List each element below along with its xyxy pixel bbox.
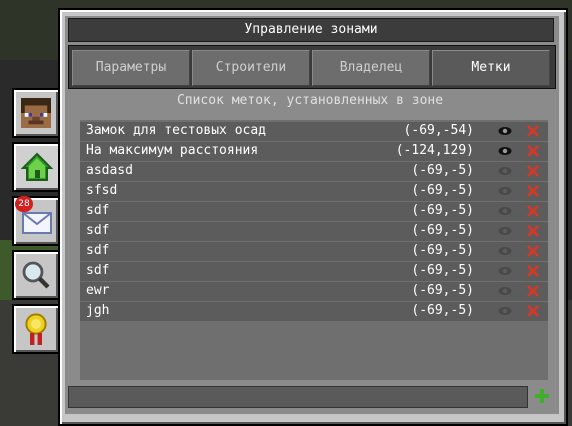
mark-coords: (-69,-5): [411, 243, 474, 258]
new-mark-input[interactable]: [68, 386, 528, 408]
visibility-toggle-icon[interactable]: [498, 166, 512, 176]
mark-name: Замок для тестовых осад: [86, 123, 267, 138]
mark-coords: (-69,-5): [411, 283, 474, 298]
mark-row[interactable]: На максимум расстояния (-124,129): [80, 142, 548, 161]
delete-mark-icon[interactable]: [526, 304, 540, 318]
delete-mark-icon[interactable]: [526, 124, 540, 138]
side-tab-awards[interactable]: [12, 304, 60, 354]
mark-row[interactable]: ewr (-69,-5): [80, 282, 548, 301]
window-title: Управление зонами: [68, 18, 554, 42]
mark-name: sdf: [86, 223, 110, 238]
tab-owner[interactable]: Владелец: [312, 50, 430, 86]
side-tab-search[interactable]: [12, 250, 60, 300]
mark-name: sfsd: [86, 183, 118, 198]
mark-coords: (-69,-5): [411, 183, 474, 198]
mark-row[interactable]: sdf (-69,-5): [80, 242, 548, 261]
mark-coords: (-69,-5): [411, 203, 474, 218]
side-tab-messages[interactable]: 28: [12, 196, 60, 246]
side-tab-profile[interactable]: [12, 88, 60, 138]
visibility-toggle-icon[interactable]: [498, 246, 512, 256]
mark-row[interactable]: sdf (-69,-5): [80, 222, 548, 241]
player-head-icon: [21, 98, 51, 128]
home-icon: [21, 152, 53, 181]
delete-mark-icon[interactable]: [526, 224, 540, 238]
delete-mark-icon[interactable]: [526, 204, 540, 218]
magnifier-icon: [22, 261, 50, 289]
delete-mark-icon[interactable]: [526, 284, 540, 298]
side-tab-zone[interactable]: [12, 142, 62, 192]
mark-name: ewr: [86, 283, 110, 298]
mark-name: sdf: [86, 203, 110, 218]
mark-coords: (-69,-5): [411, 163, 474, 178]
visibility-toggle-icon[interactable]: [498, 226, 512, 236]
mark-coords: (-69,-54): [403, 123, 474, 138]
mark-coords: (-69,-5): [411, 223, 474, 238]
mark-name: asdasd: [86, 163, 133, 178]
tab-marks[interactable]: Метки: [432, 50, 550, 86]
mark-name: sdf: [86, 243, 110, 258]
notification-badge: 28: [15, 196, 33, 212]
mark-name: sdf: [86, 263, 110, 278]
mark-name: На максимум расстояния: [86, 143, 259, 158]
mark-coords: (-124,129): [395, 143, 474, 158]
delete-mark-icon[interactable]: [526, 184, 540, 198]
mark-row[interactable]: jgh (-69,-5): [80, 302, 548, 321]
visibility-toggle-icon[interactable]: [498, 146, 512, 156]
add-mark-icon[interactable]: [534, 388, 550, 404]
mark-row[interactable]: sdf (-69,-5): [80, 262, 548, 281]
delete-mark-icon[interactable]: [526, 144, 540, 158]
tab-parameters[interactable]: Параметры: [72, 50, 190, 86]
mark-row[interactable]: asdasd (-69,-5): [80, 162, 548, 181]
marks-list-heading: Список меток, установленных в зоне: [176, 93, 444, 108]
visibility-toggle-icon[interactable]: [498, 126, 512, 136]
delete-mark-icon[interactable]: [526, 264, 540, 278]
mail-icon: [22, 212, 52, 234]
visibility-toggle-icon[interactable]: [498, 306, 512, 316]
tab-builders[interactable]: Строители: [192, 50, 310, 86]
delete-mark-icon[interactable]: [526, 244, 540, 258]
visibility-toggle-icon[interactable]: [498, 266, 512, 276]
mark-name: jgh: [86, 303, 110, 318]
add-mark-icon-horizontal: [535, 394, 549, 398]
mark-row[interactable]: Замок для тестовых осад (-69,-54): [80, 122, 548, 141]
tab-bar: Параметры Строители Владелец Метки: [68, 45, 556, 89]
mark-row[interactable]: sdf (-69,-5): [80, 202, 548, 221]
visibility-toggle-icon[interactable]: [498, 206, 512, 216]
mark-row[interactable]: sfsd (-69,-5): [80, 182, 548, 201]
delete-mark-icon[interactable]: [526, 164, 540, 178]
mark-coords: (-69,-5): [411, 263, 474, 278]
medal-icon: [25, 313, 47, 345]
mark-coords: (-69,-5): [411, 303, 474, 318]
visibility-toggle-icon[interactable]: [498, 286, 512, 296]
visibility-toggle-icon[interactable]: [498, 186, 512, 196]
